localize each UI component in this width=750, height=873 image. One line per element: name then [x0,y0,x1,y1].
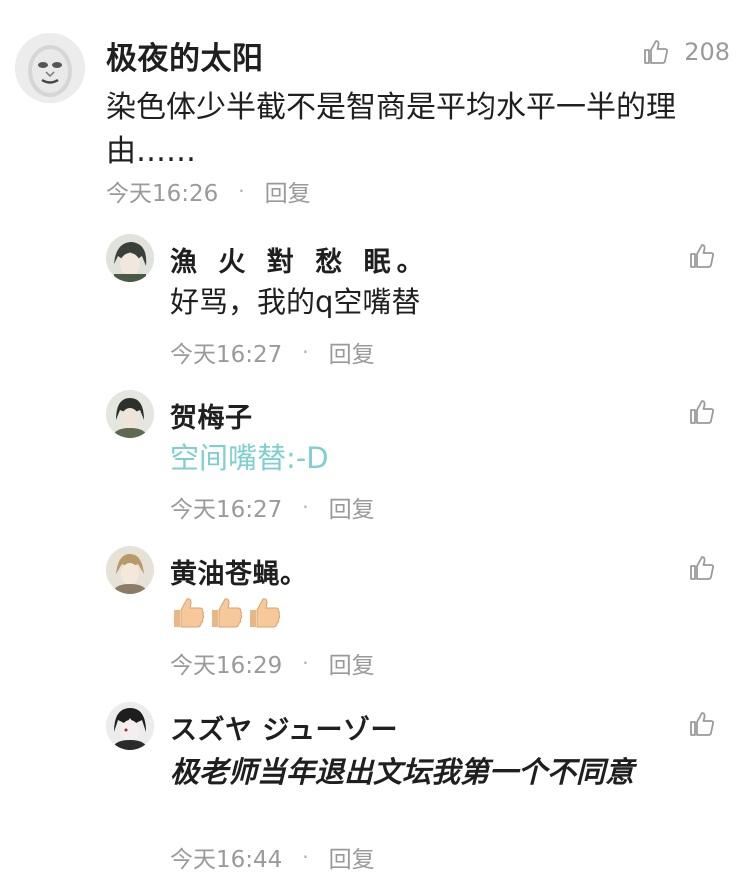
reply-button[interactable]: 回复 [329,840,375,873]
thumbs-up-icon [688,710,716,738]
username[interactable]: スズヤ ジューゾー [170,708,398,747]
separator-dot: · [302,495,309,519]
avatar[interactable] [106,702,154,750]
username[interactable]: 极夜的太阳 [106,33,264,78]
thumbs-up-icon [642,38,670,66]
timestamp: 今天16:29 [170,653,283,679]
avatar[interactable] [106,546,154,594]
reply-button[interactable]: 回复 [329,646,375,680]
separator-dot: · [302,651,309,675]
timestamp: 今天16:27 [170,497,283,523]
timestamp: 今天16:26 [106,181,219,207]
avatar[interactable] [106,390,154,438]
thumbs-up-icon [688,398,716,426]
username[interactable]: 贺梅子 [170,396,253,435]
comment-meta: 今天16:27 · 回复 [170,335,375,369]
separator-dot: · [238,179,245,203]
avatar[interactable] [106,234,154,282]
username[interactable]: 漁 火 對 愁 眠。 [170,240,430,279]
like-count: 208 [684,38,730,66]
comment-text: 极老师当年退出文坛我第一个不同意 [170,755,635,789]
comment-text: 空间嘴替:-D [170,441,329,475]
comment-text: 染色体少半截不是智商是平均水平一半的理由…… [106,90,676,169]
like-button[interactable] [688,554,716,582]
comment-meta: 今天16:29 · 回复 [170,646,375,680]
comment-meta: 今天16:27 · 回复 [170,490,375,524]
separator-dot: · [302,845,309,869]
like-button[interactable] [688,398,716,426]
like-button[interactable]: 208 [642,38,730,66]
thumbs-up-emoji-icon [250,598,281,628]
timestamp: 今天16:27 [170,342,283,368]
like-button[interactable] [688,710,716,738]
thumbs-up-emoji-icon [212,598,243,628]
username[interactable]: 黄油苍蝇。 [170,552,308,591]
timestamp: 今天16:44 [170,847,283,873]
thumbs-up-icon [688,554,716,582]
avatar[interactable] [15,33,85,103]
emoji-row [170,594,282,630]
comment-thread: 极夜的太阳 208 染色体少半截不是智商是平均水平一半的理由…… 今天16:26… [0,0,750,873]
reply-button[interactable]: 回复 [329,335,375,369]
comment-text: 好骂，我的q空嘴替 [170,285,421,319]
reply-button[interactable]: 回复 [329,490,375,524]
thumbs-up-icon [688,242,716,270]
comment-meta: 今天16:44 · 回复 [170,840,375,873]
separator-dot: · [302,340,309,364]
like-button[interactable] [688,242,716,270]
comment-meta: 今天16:26 · 回复 [106,174,311,208]
reply-button[interactable]: 回复 [265,174,311,208]
thumbs-up-emoji-icon [174,598,205,628]
